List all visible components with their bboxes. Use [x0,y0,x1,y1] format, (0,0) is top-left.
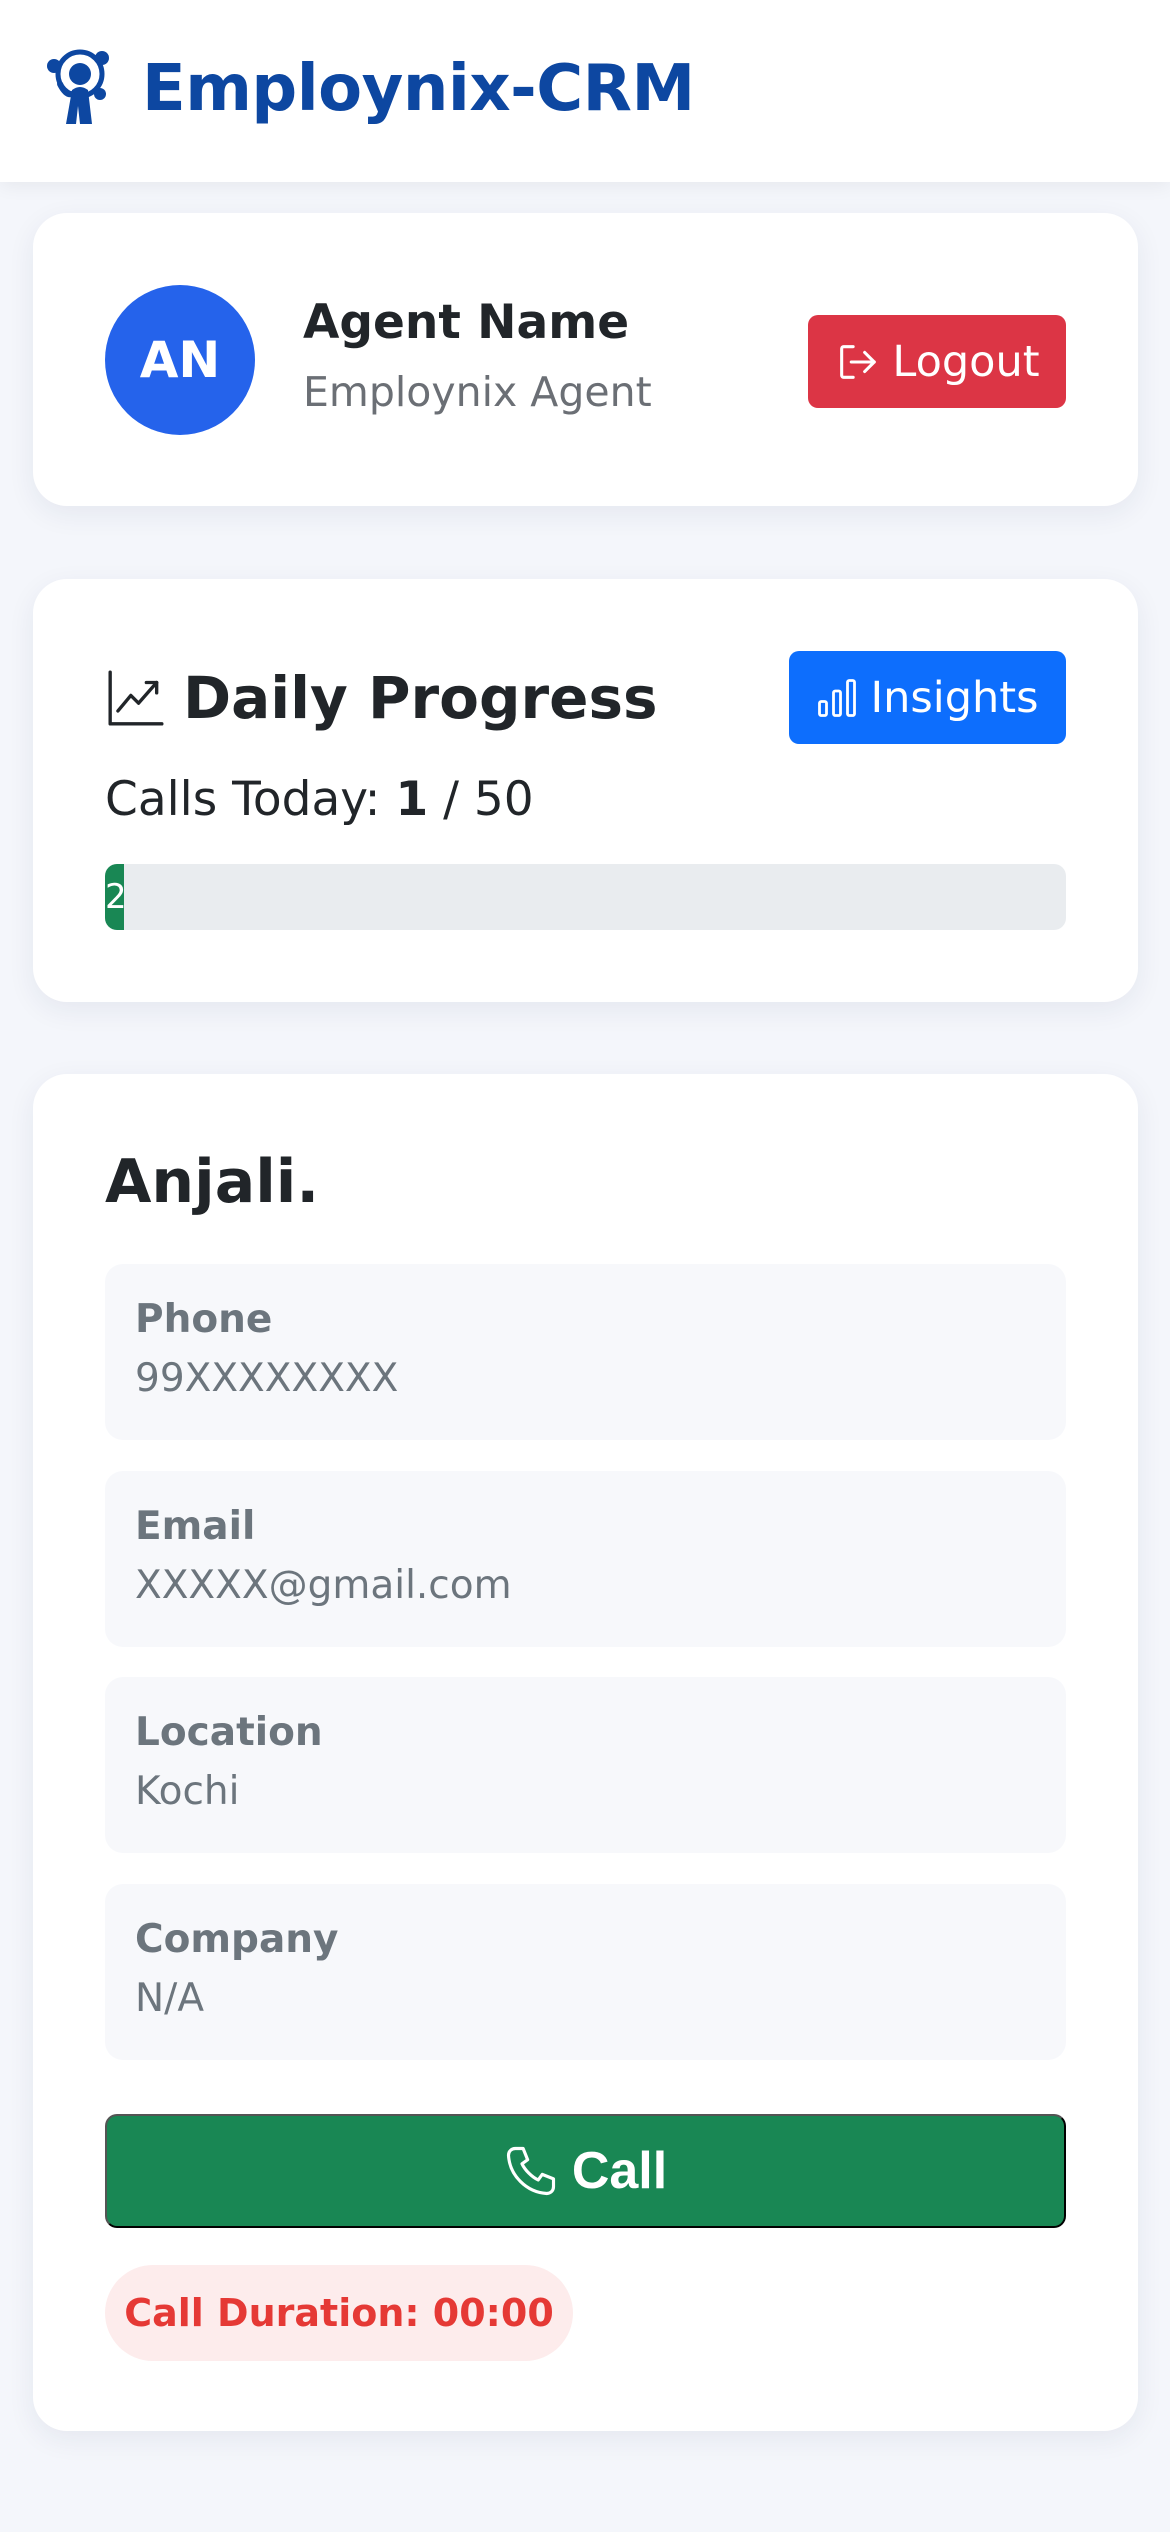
app-header: Employnix-CRM [0,0,1170,182]
daily-progress-card: Daily Progress Insights Calls Today: 1 /… [33,579,1138,1002]
agent-role: Employnix Agent [303,368,652,416]
line-chart-icon [108,670,164,726]
agent-card: AN Agent Name Employnix Agent Logout [33,213,1138,506]
field-value: Kochi [135,1769,240,1814]
phone-icon [506,2146,555,2196]
insights-label: Insights [870,672,1039,723]
location-field: Location Kochi [105,1677,1066,1853]
insights-button[interactable]: Insights [789,651,1066,744]
calls-done-count: 1 [395,772,429,827]
agent-name: Agent Name [303,295,630,350]
lead-name: Anjali. [105,1147,320,1217]
progress-bar-fill: 2 [105,864,125,930]
logout-icon [840,344,877,379]
calls-target: / 50 [443,772,534,827]
field-label: Email [135,1504,256,1549]
bar-chart-icon [818,678,857,717]
phone-field: Phone 99XXXXXXXX [105,1264,1066,1440]
field-label: Location [135,1710,323,1755]
call-label: Call [571,2142,668,2200]
logout-button[interactable]: Logout [808,315,1066,408]
field-value: XXXXX@gmail.com [135,1563,512,1608]
field-value: N/A [135,1976,204,2021]
call-button[interactable]: Call [105,2114,1066,2228]
avatar: AN [105,285,255,435]
company-field: Company N/A [105,1884,1066,2060]
field-label: Company [135,1917,339,1962]
logout-label: Logout [892,336,1040,387]
calls-today-label: Calls Today: [105,772,381,827]
field-value: 99XXXXXXXX [135,1356,399,1401]
field-label: Phone [135,1297,273,1342]
progress-bar: 2 [105,864,1066,930]
email-field: Email XXXXX@gmail.com [105,1471,1066,1647]
call-duration-badge: Call Duration: 00:00 [105,2265,573,2361]
calls-today-text: Calls Today: 1 / 50 [105,769,534,831]
progress-heading: Daily Progress [105,661,658,735]
person-network-logo-icon [47,49,109,124]
progress-title: Daily Progress [183,664,658,732]
lead-card: Anjali. Phone 99XXXXXXXX Email XXXXX@gma… [33,1074,1138,2431]
brand-name: Employnix-CRM [142,52,695,126]
